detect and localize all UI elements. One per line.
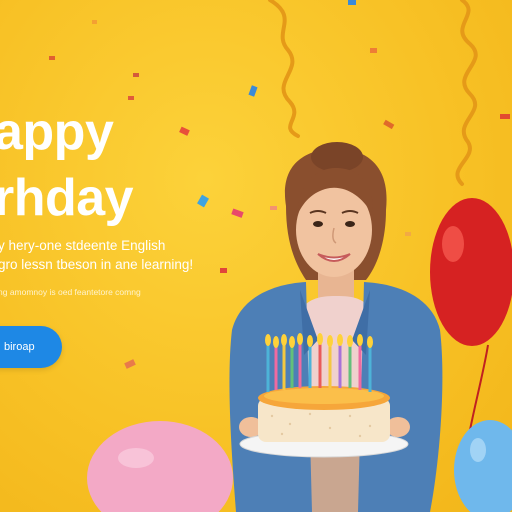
- headline-line-1: appy: [0, 103, 114, 161]
- ribbon-streamer-icon: [268, 0, 478, 186]
- subtitle-line-1: y hery-one stdeente English: [0, 238, 166, 253]
- subtitle-line-2: gro lessn tbeson in ane learning!: [0, 257, 194, 272]
- fine-print: ng amomnoy is oed feantetore comng: [0, 287, 141, 297]
- balloon-icon: [87, 421, 233, 512]
- balloon-icon: [454, 420, 512, 512]
- birthday-banner: appy rhday y hery-one stdeente English g…: [0, 0, 512, 512]
- headline-line-2: rhday: [0, 169, 134, 227]
- cta-button[interactable]: biroap: [0, 326, 62, 368]
